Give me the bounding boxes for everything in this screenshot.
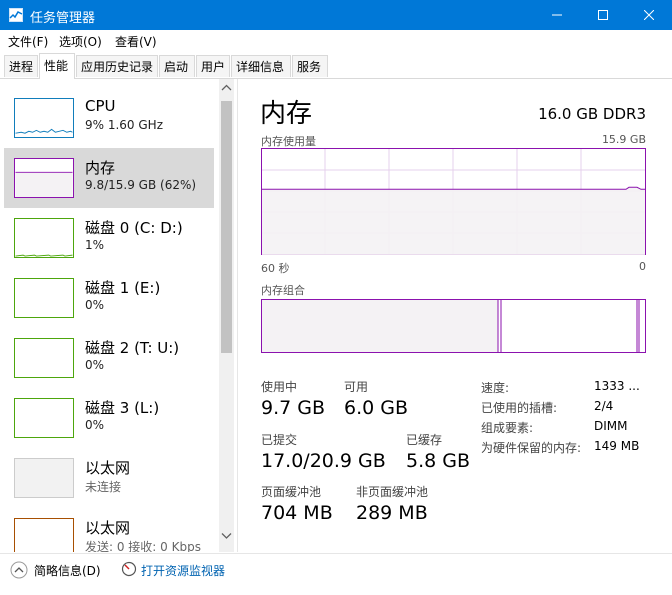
- spec-value-slots: 2/4: [594, 399, 614, 413]
- sidebar-item-label: 磁盘 2 (T: U:): [85, 339, 180, 357]
- spec-label-hardware-reserved: 为硬件保留的内存:: [481, 441, 582, 455]
- spec-label-slots: 已使用的插槽:: [481, 401, 558, 415]
- spec-value-form-factor: DIMM: [594, 419, 628, 433]
- committed-value: 17.0/20.9 GB: [261, 450, 386, 472]
- sidebar-item-value: 0%: [85, 418, 105, 432]
- sidebar-item-cpu[interactable]: CPU 9% 1.60 GHz: [4, 88, 214, 148]
- title-bar: 任务管理器: [0, 0, 672, 30]
- page-title: 内存: [260, 99, 313, 129]
- close-icon: [644, 10, 654, 20]
- axis-left-label: 60 秒: [261, 262, 290, 275]
- sidebar-item-value: 发送: 0 接收: 0 Kbps: [85, 540, 201, 552]
- resource-list: CPU 9% 1.60 GHz 内存 9.8/15.9 GB (62%) 磁盘 …: [0, 79, 236, 552]
- resource-monitor-icon: [121, 561, 137, 577]
- tab-users[interactable]: 用户: [196, 55, 230, 77]
- tab-services[interactable]: 服务: [292, 55, 328, 77]
- nonpaged-pool-value: 289 MB: [356, 502, 428, 524]
- disk-thumbnail-graph: [14, 278, 74, 318]
- footer: 简略信息(D) 打开资源监视器: [0, 553, 672, 595]
- sidebar-item-disk-2[interactable]: 磁盘 2 (T: U:) 0%: [4, 328, 214, 388]
- menu-file[interactable]: 文件(F): [8, 33, 48, 50]
- menu-options[interactable]: 选项(O): [59, 33, 102, 50]
- sidebar-item-label: 磁盘 1 (E:): [85, 279, 161, 297]
- sidebar-item-memory[interactable]: 内存 9.8/15.9 GB (62%): [4, 148, 214, 208]
- sidebar-scroll-thumb[interactable]: [221, 101, 232, 353]
- composition-label: 内存组合: [261, 284, 305, 297]
- sidebar-item-value: 9% 1.60 GHz: [85, 118, 164, 132]
- nonpaged-pool-label: 非页面缓冲池: [356, 485, 429, 499]
- sidebar-item-ethernet[interactable]: 以太网 发送: 0 接收: 0 Kbps: [4, 508, 214, 552]
- fewer-details-label: 简略信息(D): [34, 564, 101, 578]
- in-use-label: 使用中: [261, 380, 298, 394]
- tab-startup[interactable]: 启动: [159, 55, 195, 77]
- sidebar-item-ethernet-disconnected[interactable]: 以太网 未连接: [4, 448, 214, 508]
- sidebar-item-label: 磁盘 3 (L:): [85, 399, 160, 417]
- open-resource-monitor-link[interactable]: 打开资源监视器: [121, 561, 251, 581]
- task-manager-icon: [9, 8, 23, 22]
- pane-divider[interactable]: [237, 79, 238, 552]
- sidebar-item-value: 未连接: [85, 480, 122, 494]
- maximize-button[interactable]: [580, 0, 626, 30]
- cached-label: 已缓存: [406, 433, 443, 447]
- sidebar-item-value: 0%: [85, 298, 105, 312]
- memory-usage-graph: [261, 148, 646, 255]
- scroll-up-icon[interactable]: [221, 84, 232, 92]
- sidebar-item-label: 磁盘 0 (C: D:): [85, 219, 183, 237]
- disk-thumbnail-graph: [14, 398, 74, 438]
- tab-details[interactable]: 详细信息: [231, 55, 291, 77]
- memory-spec: 16.0 GB DDR3: [538, 105, 646, 123]
- sidebar-item-label: CPU: [85, 97, 116, 115]
- tab-processes[interactable]: 进程: [4, 55, 38, 77]
- sidebar-item-disk-0[interactable]: 磁盘 0 (C: D:) 1%: [4, 208, 214, 268]
- paged-pool-value: 704 MB: [261, 502, 333, 524]
- minimize-button[interactable]: [534, 0, 580, 30]
- spec-label-speed: 速度:: [481, 381, 510, 395]
- sidebar-item-label: 以太网: [85, 519, 131, 537]
- spec-value-hardware-reserved: 149 MB: [594, 439, 640, 453]
- memory-composition-bar: [261, 299, 646, 353]
- menu-bar: 文件(F) 选项(O) 查看(V): [0, 30, 672, 52]
- usage-graph-max: 15.9 GB: [601, 133, 646, 146]
- ethernet-thumbnail-graph: [14, 518, 74, 552]
- maximize-icon: [598, 10, 608, 20]
- sidebar-item-disk-1[interactable]: 磁盘 1 (E:) 0%: [4, 268, 214, 328]
- sidebar-item-label: 以太网: [85, 459, 131, 477]
- tab-bar: 进程 性能 应用历史记录 启动 用户 详细信息 服务: [0, 52, 672, 79]
- open-resource-monitor-label: 打开资源监视器: [141, 564, 226, 578]
- usage-graph-label: 内存使用量: [261, 135, 316, 148]
- available-label: 可用: [344, 380, 369, 394]
- spec-value-speed: 1333 ...: [594, 379, 640, 393]
- tab-performance[interactable]: 性能: [39, 53, 75, 79]
- paged-pool-label: 页面缓冲池: [261, 485, 322, 499]
- cached-value: 5.8 GB: [406, 450, 471, 472]
- disk-thumbnail-graph: [14, 218, 74, 258]
- cpu-thumbnail-graph: [14, 98, 74, 138]
- sidebar-item-value: 0%: [85, 358, 105, 372]
- sidebar-item-label: 内存: [85, 159, 116, 177]
- committed-label: 已提交: [261, 433, 298, 447]
- chevron-up-icon: [10, 561, 28, 579]
- in-use-value: 9.7 GB: [261, 397, 326, 419]
- disk-thumbnail-graph: [14, 338, 74, 378]
- sidebar-item-value: 1%: [85, 238, 105, 252]
- available-value: 6.0 GB: [344, 397, 409, 419]
- window-title: 任务管理器: [30, 11, 96, 26]
- sidebar-item-disk-3[interactable]: 磁盘 3 (L:) 0%: [4, 388, 214, 448]
- scroll-down-icon[interactable]: [221, 532, 232, 540]
- ethernet-thumbnail-graph: [14, 458, 74, 498]
- spec-label-form-factor: 组成要素:: [481, 421, 534, 435]
- sidebar-item-value: 9.8/15.9 GB (62%): [85, 178, 197, 192]
- menu-view[interactable]: 查看(V): [115, 33, 157, 50]
- tab-app-history[interactable]: 应用历史记录: [76, 55, 158, 77]
- axis-right-label: 0: [639, 260, 646, 273]
- memory-thumbnail-graph: [14, 158, 74, 198]
- close-button[interactable]: [626, 0, 672, 30]
- minimize-icon: [552, 14, 562, 16]
